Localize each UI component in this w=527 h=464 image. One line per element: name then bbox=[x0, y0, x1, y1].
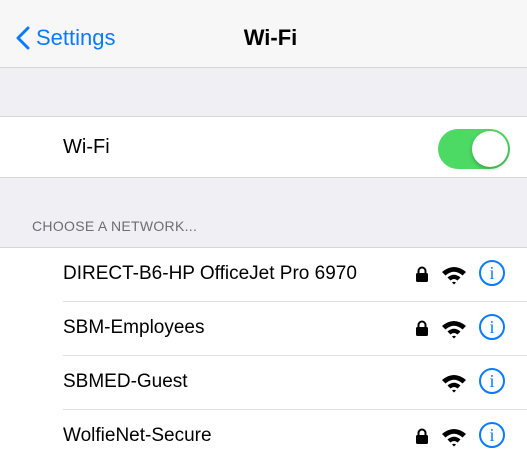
wifi-label: Wi-Fi bbox=[63, 136, 110, 158]
info-icon[interactable]: i bbox=[479, 260, 505, 286]
info-icon[interactable]: i bbox=[479, 368, 505, 394]
info-icon[interactable]: i bbox=[479, 314, 505, 340]
network-row[interactable]: WolfieNet-Secure i bbox=[0, 410, 527, 464]
wifi-signal-icon bbox=[442, 267, 466, 285]
wifi-toggle-row: Wi-Fi bbox=[0, 117, 527, 178]
network-name: WolfieNet-Secure bbox=[63, 425, 212, 446]
navigation-bar: Settings Wi-Fi bbox=[0, 0, 527, 68]
group-spacer bbox=[0, 68, 527, 117]
network-row[interactable]: SBMED-Guest i bbox=[0, 356, 527, 410]
info-icon[interactable]: i bbox=[479, 422, 505, 448]
toggle-knob bbox=[472, 131, 508, 167]
network-row[interactable]: SBM-Employees i bbox=[0, 302, 527, 356]
section-header-label: CHOOSE A NETWORK... bbox=[32, 218, 198, 234]
network-name: SBMED-Guest bbox=[63, 371, 188, 392]
wifi-signal-icon bbox=[442, 375, 466, 393]
network-section-header: CHOOSE A NETWORK... bbox=[0, 178, 527, 248]
network-name: SBM-Employees bbox=[63, 317, 205, 338]
wifi-signal-icon bbox=[442, 321, 466, 339]
network-list: DIRECT-B6-HP OfficeJet Pro 6970 i SBM-Em… bbox=[0, 248, 527, 464]
wifi-toggle[interactable] bbox=[438, 129, 510, 169]
lock-icon bbox=[416, 266, 428, 282]
lock-icon bbox=[416, 428, 428, 444]
network-name: DIRECT-B6-HP OfficeJet Pro 6970 bbox=[63, 263, 357, 284]
page-title: Wi-Fi bbox=[243, 25, 298, 50]
wifi-signal-icon bbox=[442, 429, 466, 447]
network-row[interactable]: DIRECT-B6-HP OfficeJet Pro 6970 i bbox=[0, 248, 527, 302]
lock-icon bbox=[416, 320, 428, 336]
